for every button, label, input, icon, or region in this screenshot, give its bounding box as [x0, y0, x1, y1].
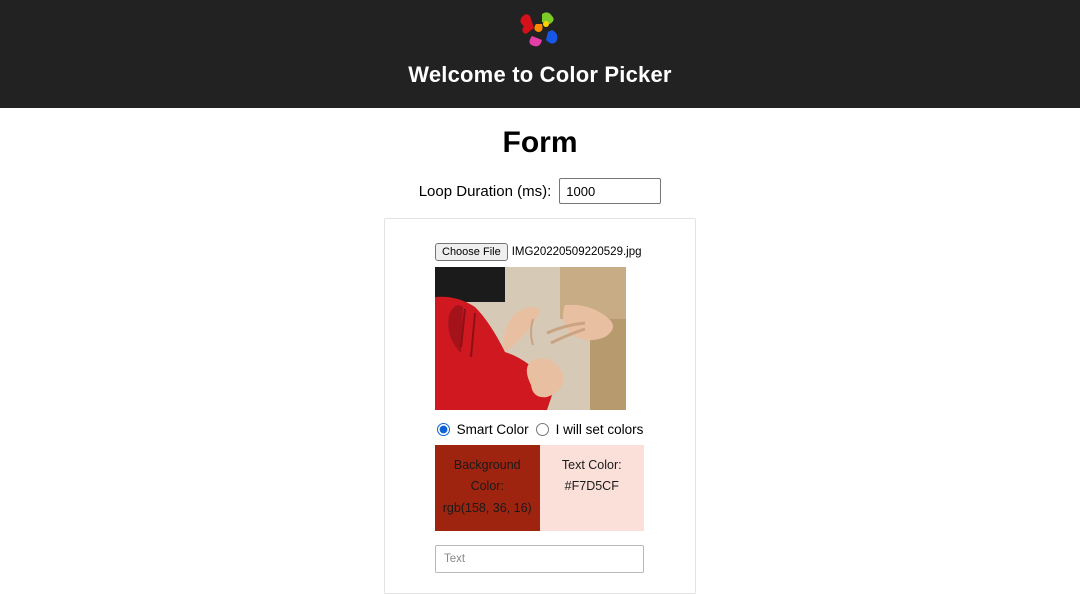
selected-file-name: IMG20220509220529.jpg	[512, 246, 642, 258]
bg-swatch-title: Background Color:	[441, 455, 534, 498]
logo-icon	[512, 10, 568, 54]
file-input-row: Choose File IMG20220509220529.jpg	[435, 243, 645, 261]
radio-manual-color[interactable]	[536, 423, 549, 436]
text-swatch-title: Text Color:	[546, 455, 639, 476]
color-swatches: Background Color: rgb(158, 36, 16) Text …	[435, 445, 644, 531]
color-mode-radio-group: Smart Color I will set colors	[435, 422, 645, 437]
image-preview	[435, 267, 626, 410]
welcome-heading: Welcome to Color Picker	[0, 62, 1080, 88]
page-title: Form	[0, 126, 1080, 160]
app-header: Welcome to Color Picker	[0, 0, 1080, 108]
text-swatch-value: #F7D5CF	[546, 476, 639, 497]
loop-duration-row: Loop Duration (ms):	[0, 178, 1080, 204]
loop-duration-label: Loop Duration (ms):	[419, 183, 552, 200]
form-card: Choose File IMG20220509220529.jpg Smart …	[384, 218, 696, 594]
text-color-swatch: Text Color: #F7D5CF	[540, 445, 645, 531]
choose-file-button[interactable]: Choose File	[435, 243, 508, 261]
text-input[interactable]	[435, 545, 644, 573]
background-color-swatch: Background Color: rgb(158, 36, 16)	[435, 445, 540, 531]
loop-duration-input[interactable]	[559, 178, 661, 204]
radio-smart-color[interactable]	[437, 423, 450, 436]
radio-manual-label: I will set colors	[556, 422, 644, 437]
bg-swatch-value: rgb(158, 36, 16)	[441, 498, 534, 519]
radio-smart-label: Smart Color	[457, 422, 529, 437]
